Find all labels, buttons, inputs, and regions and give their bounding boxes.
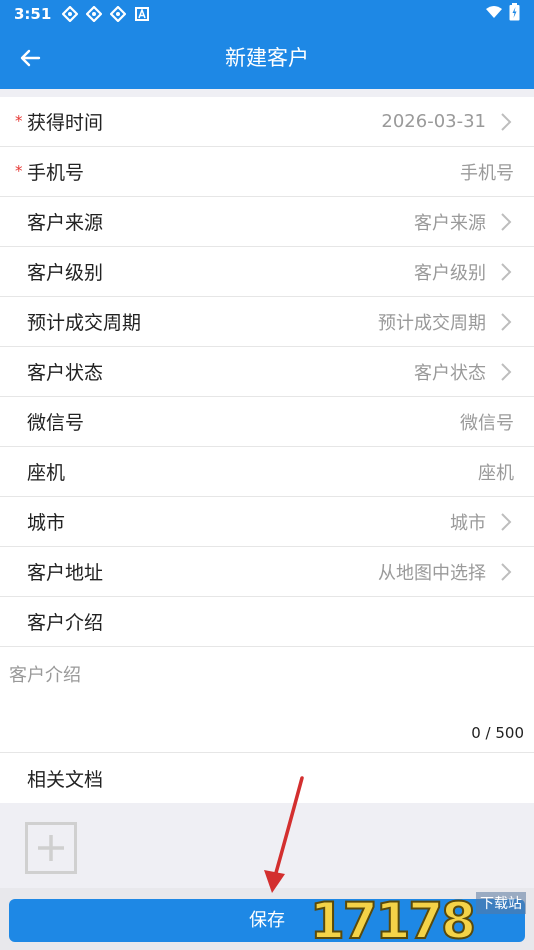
required-marker: * [15,162,23,180]
app-bar: 新建客户 [0,27,534,89]
field-value[interactable]: 座机 [478,459,514,485]
form-row[interactable]: 微信号 微信号 [0,397,534,447]
required-marker: * [15,112,23,130]
arrow-left-icon [20,49,41,67]
field-label: 微信号 [27,412,85,434]
field-label: 客户来源 [27,212,104,234]
field-label: 手机号 [27,162,85,184]
field-label: 城市 [27,512,66,534]
docs-label: 相关文档 [0,753,534,803]
app-notification-icon [85,5,102,22]
field-label: 预计成交周期 [27,312,142,334]
form-row[interactable]: 客户地址 从地图中选择 [0,547,534,597]
document-upload-zone [0,804,534,888]
field-value[interactable]: 客户状态 [414,359,486,385]
chevron-right-icon [500,561,514,583]
form-row[interactable]: 预计成交周期 预计成交周期 [0,297,534,347]
field-label: 客户状态 [27,362,104,384]
chevron-right-icon [500,361,514,383]
field-label: 获得时间 [27,112,104,134]
form-row[interactable]: 客户状态 客户状态 [0,347,534,397]
form-row[interactable]: 城市 城市 [0,497,534,547]
field-value[interactable]: 2026-03-31 [381,111,486,132]
field-value[interactable]: 客户级别 [414,259,486,285]
add-document-button[interactable] [25,822,77,874]
field-value[interactable]: 从地图中选择 [378,559,486,585]
intro-char-counter: 0 / 500 [471,724,524,742]
battery-icon [509,2,520,25]
field-value[interactable]: 预计成交周期 [378,309,486,335]
text-notification-icon [133,5,150,22]
form-row[interactable]: 座机 座机 [0,447,534,497]
customer-form: * 获得时间 2026-03-31 * 手机号 手机号 客户来源 客户来源 客户级别 客户级别 预计… [0,97,534,803]
field-label: 客户地址 [27,562,104,584]
field-value[interactable]: 手机号 [460,159,514,185]
chevron-right-icon [500,211,514,233]
intro-label: 客户介绍 [27,612,104,634]
field-value[interactable]: 城市 [450,509,486,535]
intro-placeholder: 客户介绍 [9,665,81,686]
chevron-right-icon [500,311,514,333]
intro-label-row: 客户介绍 [0,597,534,647]
field-value[interactable]: 客户来源 [414,209,486,235]
app-notification-icon [109,5,126,22]
form-row[interactable]: * 手机号 手机号 [0,147,534,197]
intro-textarea[interactable]: 客户介绍 0 / 500 [0,647,534,753]
chevron-right-icon [500,111,514,133]
wifi-icon [485,5,503,23]
save-bar: 保存 [0,888,534,950]
back-button[interactable] [14,42,46,74]
form-row[interactable]: 客户级别 客户级别 [0,247,534,297]
plus-icon [38,835,64,861]
chevron-right-icon [500,511,514,533]
app-notification-icon [61,5,78,22]
field-value[interactable]: 微信号 [460,409,514,435]
form-row[interactable]: 客户来源 客户来源 [0,197,534,247]
form-row[interactable]: * 获得时间 2026-03-31 [0,97,534,147]
page-title: 新建客户 [225,46,309,70]
status-time: 3:51 [14,4,52,23]
field-label: 座机 [27,462,66,484]
status-bar: 3:51 [0,0,534,27]
field-label: 客户级别 [27,262,104,284]
save-button[interactable]: 保存 [9,899,525,942]
chevron-right-icon [500,261,514,283]
